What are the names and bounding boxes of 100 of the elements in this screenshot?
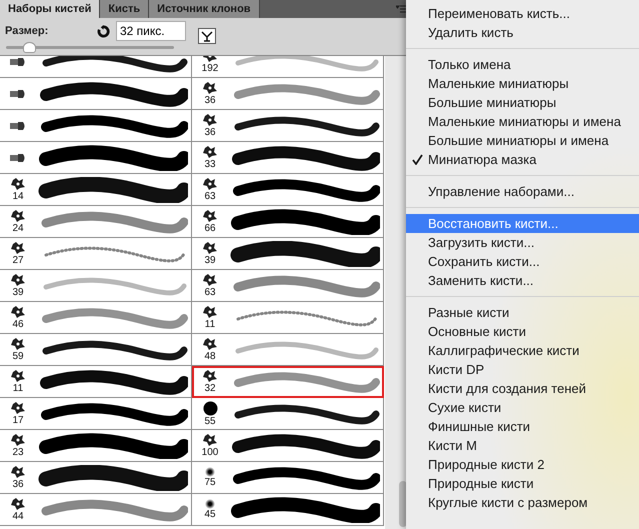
brush-preset[interactable]: 39	[192, 238, 384, 270]
brush-preset[interactable]	[0, 78, 192, 110]
menu-item[interactable]: Миниатюра мазка	[406, 150, 639, 169]
menu-item[interactable]: Маленькие миниатюры и имена	[406, 112, 639, 131]
brush-tip-icon	[10, 433, 26, 447]
brush-preset[interactable]: 32	[192, 366, 384, 398]
menu-item[interactable]: Природные кисти 2	[406, 455, 639, 474]
menu-item[interactable]: Кисти для создания теней	[406, 379, 639, 398]
brush-preset[interactable]: 36	[192, 78, 384, 110]
panel-tab[interactable]: Наборы кистей	[0, 0, 100, 18]
brush-preset[interactable]: 63	[192, 270, 384, 302]
brush-preset[interactable]: 44	[0, 494, 192, 526]
brush-preset[interactable]: 66	[192, 206, 384, 238]
menu-item[interactable]: Финишные кисти	[406, 417, 639, 436]
menu-item[interactable]: Круглые кисти с размером	[406, 493, 639, 512]
brush-preset[interactable]: 100	[192, 430, 384, 462]
brush-tip-icon	[205, 467, 215, 477]
size-input[interactable]: 32 пикс.	[116, 21, 186, 41]
brush-tip-icon	[10, 177, 26, 191]
brush-size: 192	[202, 63, 218, 74]
menu-item[interactable]: Управление наборами...	[406, 182, 639, 201]
panel-menu-icon[interactable]	[396, 5, 406, 13]
brush-size: 45	[204, 509, 216, 520]
menu-item[interactable]: Заменить кисти...	[406, 271, 639, 290]
brush-size: 33	[204, 159, 216, 170]
panel-tab[interactable]: Источник клонов	[149, 0, 260, 18]
brush-size: 63	[204, 287, 216, 298]
brush-size: 48	[204, 351, 216, 362]
brush-preset[interactable]: 14	[0, 174, 192, 206]
menu-item[interactable]: Только имена	[406, 55, 639, 74]
brush-tip-icon	[10, 273, 26, 287]
brush-tip-icon	[202, 273, 218, 287]
menu-item[interactable]: Разные кисти	[406, 303, 639, 322]
brush-tip-icon	[202, 369, 218, 383]
brush-options-icon[interactable]	[198, 28, 216, 44]
menu-item[interactable]: Кисти DP	[406, 360, 639, 379]
menu-item[interactable]: Загрузить кисти...	[406, 233, 639, 252]
check-icon	[412, 154, 423, 165]
brush-preset[interactable]: 45	[192, 494, 384, 526]
brush-preset[interactable]	[0, 110, 192, 142]
brush-preset[interactable]: 55	[192, 398, 384, 430]
brush-tip-icon	[202, 209, 218, 223]
menu-item[interactable]: Удалить кисть	[406, 23, 639, 42]
brush-preset[interactable]: 36	[192, 110, 384, 142]
reset-icon[interactable]	[97, 24, 110, 38]
brush-size: 32	[204, 383, 216, 394]
menu-item[interactable]: Сохранить кисти...	[406, 252, 639, 271]
brush-tip-icon	[10, 369, 26, 383]
menu-item[interactable]: Природные кисти	[406, 474, 639, 493]
brush-tip-icon	[10, 120, 26, 130]
brush-tip-icon	[202, 433, 218, 447]
brush-tip-icon	[202, 337, 218, 351]
brush-preset[interactable]: 36	[0, 462, 192, 494]
brush-tip-icon	[202, 400, 218, 416]
panel-tab[interactable]: Кисть	[100, 0, 150, 18]
menu-item[interactable]: Большие миниатюры и имена	[406, 131, 639, 150]
brush-preset[interactable]: 46	[0, 302, 192, 334]
menu-item[interactable]: Кисти M	[406, 436, 639, 455]
brush-tip-icon	[205, 499, 215, 509]
brush-tip-icon	[202, 113, 218, 127]
brush-tip-icon	[10, 497, 26, 511]
menu-item[interactable]: Переименовать кисть...	[406, 4, 639, 23]
menu-item[interactable]: Большие миниатюры	[406, 93, 639, 112]
brush-preset[interactable]: 48	[192, 334, 384, 366]
brush-preset[interactable]: 39	[0, 270, 192, 302]
menu-item[interactable]: Сухие кисти	[406, 398, 639, 417]
brush-size: 14	[12, 191, 24, 202]
brush-tip-icon	[202, 177, 218, 191]
brush-preset[interactable]: 33	[192, 142, 384, 174]
slider-thumb[interactable]	[22, 42, 36, 53]
brush-preset[interactable]	[0, 142, 192, 174]
brush-preset[interactable]: 27	[0, 238, 192, 270]
brush-tip-icon	[10, 152, 26, 162]
menu-item[interactable]: Каллиграфические кисти	[406, 341, 639, 360]
brush-preset[interactable]: 11	[0, 366, 192, 398]
brush-preset[interactable]: 24	[0, 206, 192, 238]
menu-item[interactable]: Маленькие миниатюры	[406, 74, 639, 93]
brush-tip-icon	[10, 56, 26, 66]
brush-tip-icon	[10, 209, 26, 223]
brush-tip-icon	[10, 241, 26, 255]
brush-size: 59	[12, 351, 24, 362]
brush-size: 63	[204, 191, 216, 202]
brush-tip-icon	[10, 337, 26, 351]
brush-tip-icon	[10, 465, 26, 479]
brush-size: 39	[204, 255, 216, 266]
brush-preset[interactable]: 192	[192, 56, 384, 78]
menu-item[interactable]: Основные кисти	[406, 322, 639, 341]
brush-preset[interactable]: 75	[192, 462, 384, 494]
brush-preset[interactable]: 63	[192, 174, 384, 206]
brush-size: 11	[12, 383, 24, 394]
brush-preset[interactable]: 59	[0, 334, 192, 366]
brush-preset[interactable]: 23	[0, 430, 192, 462]
brush-size: 23	[12, 447, 24, 458]
brush-preset[interactable]: 17	[0, 398, 192, 430]
brush-tip-icon	[10, 401, 26, 415]
menu-item[interactable]: Восстановить кисти...	[406, 214, 639, 233]
brush-tip-icon	[10, 88, 26, 98]
brush-size: 46	[12, 319, 24, 330]
brush-preset[interactable]: 11	[192, 302, 384, 334]
brush-size: 44	[12, 511, 24, 522]
